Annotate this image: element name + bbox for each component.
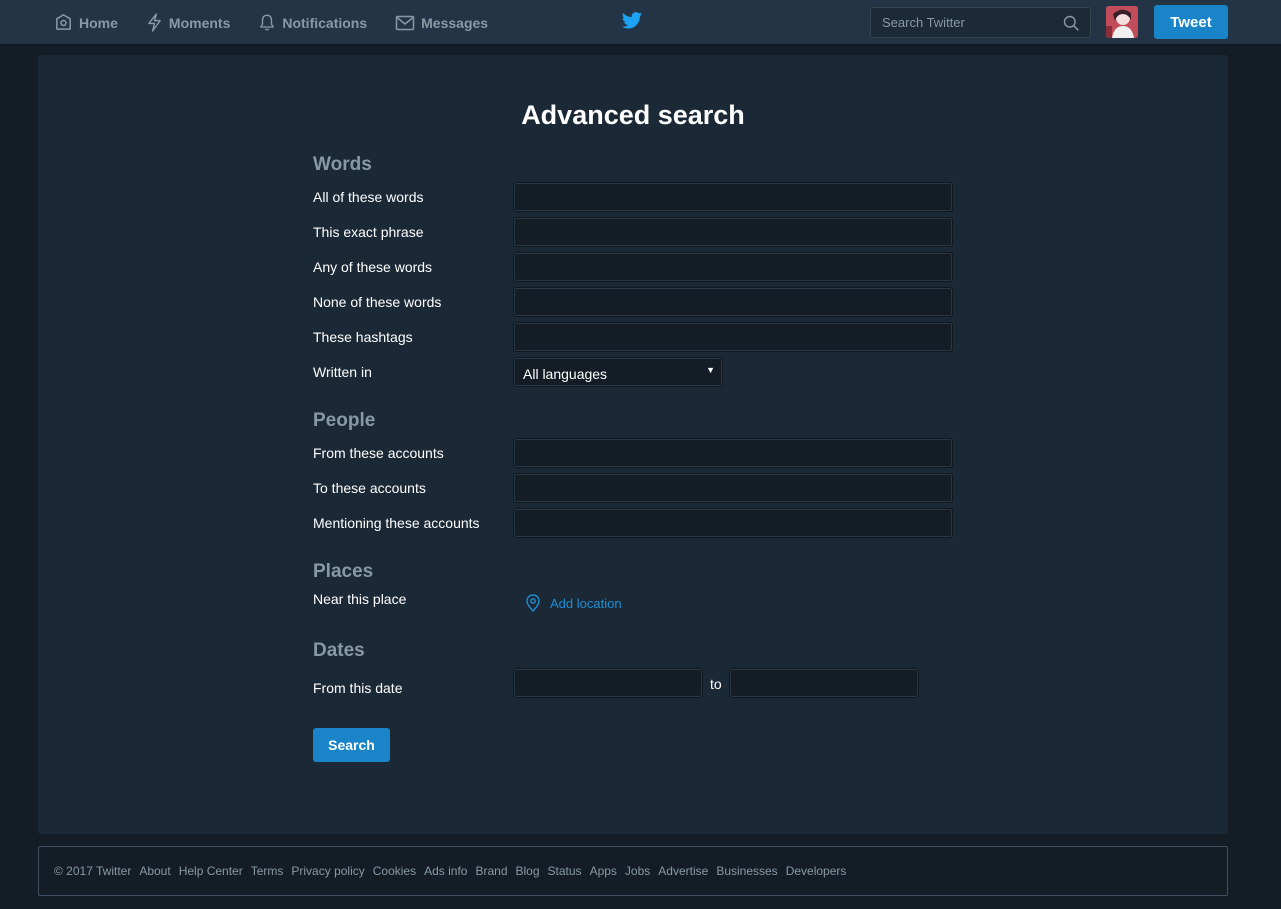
from-accounts-input[interactable] [513, 438, 953, 468]
mentioning-accounts-input[interactable] [513, 508, 953, 538]
footer-link-about[interactable]: About [139, 864, 170, 878]
language-select[interactable]: All languages ▼ [513, 357, 723, 387]
footer-link-cookies[interactable]: Cookies [373, 864, 416, 878]
bell-icon [260, 14, 275, 31]
label-to-accounts: To these accounts [313, 480, 426, 496]
label-any-words: Any of these words [313, 259, 433, 275]
avatar[interactable] [1106, 6, 1138, 38]
footer-link-brand[interactable]: Brand [475, 864, 507, 878]
section-title-words: Words [313, 154, 372, 175]
exact-phrase-input[interactable] [513, 217, 953, 247]
label-from-accounts: From these accounts [313, 445, 444, 461]
footer-link-terms[interactable]: Terms [251, 864, 284, 878]
dropdown-arrow-icon: ▼ [706, 365, 715, 375]
footer-link-jobs[interactable]: Jobs [625, 864, 650, 878]
add-location-link[interactable]: Add location [525, 594, 622, 612]
footer-link-developers[interactable]: Developers [786, 864, 847, 878]
nav-moments[interactable]: Moments [132, 0, 244, 45]
search-input[interactable] [871, 8, 1061, 37]
label-exact-phrase: This exact phrase [313, 224, 424, 240]
footer-copyright: © 2017 Twitter [54, 864, 132, 878]
footer-link-status[interactable]: Status [548, 864, 582, 878]
footer-link-advertise[interactable]: Advertise [658, 864, 708, 878]
none-words-input[interactable] [513, 287, 953, 317]
avatar-image [1106, 6, 1138, 38]
date-range-separator: to [710, 676, 722, 692]
nav-home-label: Home [79, 14, 118, 31]
footer-link-apps[interactable]: Apps [590, 864, 617, 878]
footer-link-blog[interactable]: Blog [516, 864, 540, 878]
to-date-input[interactable] [729, 668, 919, 698]
nav-moments-label: Moments [168, 14, 231, 31]
tweet-button[interactable]: Tweet [1154, 5, 1228, 39]
search-box [870, 7, 1091, 38]
section-title-people: People [313, 410, 376, 431]
twitter-bird-icon[interactable] [621, 11, 643, 31]
footer-link-ads-info[interactable]: Ads info [424, 864, 467, 878]
primary-nav: Home Moments Notifications Messages [40, 0, 502, 45]
footer: © 2017 Twitter About Help Center Terms P… [38, 846, 1228, 896]
lightning-icon [148, 13, 161, 32]
language-select-value: All languages [523, 366, 608, 382]
nav-notifications-label: Notifications [282, 14, 368, 31]
nav-messages[interactable]: Messages [381, 0, 502, 45]
location-pin-icon [526, 594, 540, 612]
label-near-place: Near this place [313, 591, 407, 607]
label-from-date: From this date [313, 680, 403, 696]
any-words-input[interactable] [513, 252, 953, 282]
footer-link-help-center[interactable]: Help Center [179, 864, 243, 878]
add-location-label: Add location [550, 595, 622, 611]
nav-home[interactable]: Home [40, 0, 132, 45]
footer-link-businesses[interactable]: Businesses [716, 864, 777, 878]
label-written-in: Written in [313, 364, 372, 380]
label-all-words: All of these words [313, 189, 424, 205]
label-hashtags: These hashtags [313, 329, 413, 345]
search-button[interactable]: Search [313, 728, 390, 762]
section-title-dates: Dates [313, 640, 365, 661]
hashtags-input[interactable] [513, 322, 953, 352]
footer-link-privacy-policy[interactable]: Privacy policy [291, 864, 364, 878]
nav-messages-label: Messages [421, 14, 489, 31]
search-icon[interactable] [1063, 15, 1079, 31]
from-date-input[interactable] [513, 668, 703, 698]
section-title-places: Places [313, 561, 374, 582]
advanced-search-panel: Advanced search Words All of these words… [38, 55, 1228, 834]
label-mentioning-accounts: Mentioning these accounts [313, 515, 480, 531]
to-accounts-input[interactable] [513, 473, 953, 503]
nav-notifications[interactable]: Notifications [244, 0, 381, 45]
home-icon [56, 14, 71, 30]
label-none-words: None of these words [313, 294, 442, 310]
top-navigation-bar: Home Moments Notifications Messages Sear… [0, 0, 1281, 45]
page-title: Advanced search [521, 100, 745, 130]
envelope-icon [395, 15, 415, 30]
all-words-input[interactable] [513, 182, 953, 212]
